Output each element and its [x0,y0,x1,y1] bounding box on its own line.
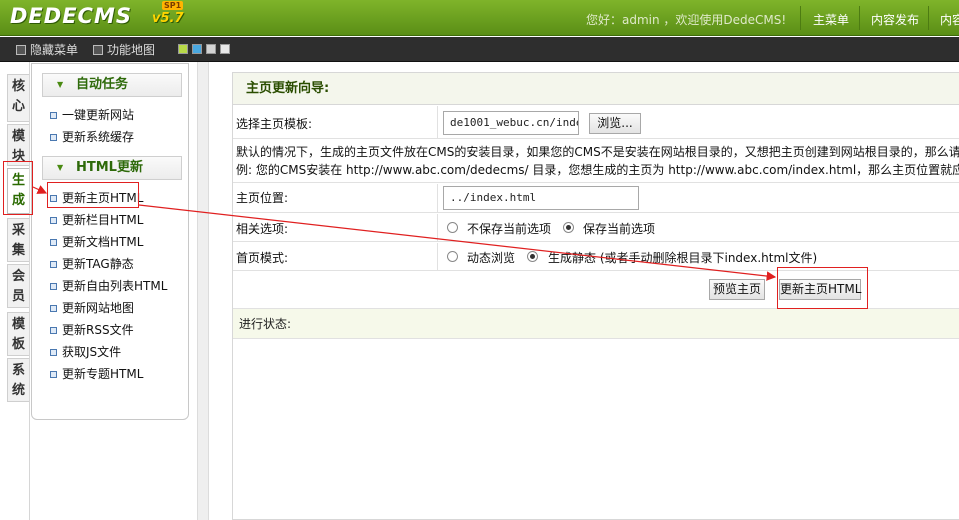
skin-white-swatch[interactable] [220,44,230,54]
position-row: 主页位置: ../index.html [233,184,959,213]
logo-sp-badge: SP1 [162,1,184,10]
highlight-home-html-item [47,182,139,208]
position-label: 主页位置: [236,191,289,205]
save-radio[interactable] [563,222,574,233]
highlight-update-button [777,267,868,309]
column-divider [437,214,438,241]
panel-splitter[interactable] [197,62,209,520]
column-divider [437,243,438,270]
no-save-radio[interactable] [447,222,458,233]
welcome-text: 您好：admin ，欢迎使用DedeCMS! [586,13,787,27]
options-row: 相关选项: 不保存当前选项 保存当前选项 [233,214,959,242]
tab-core-label: 核心 [12,79,26,114]
nav-separator [928,6,929,30]
nav-content-publish[interactable]: 内容发布 [871,11,919,28]
tab-member-label: 会员 [12,269,26,304]
vtab-divider [29,62,30,520]
menu-icon [16,45,26,55]
sidebar-menu: 自动任务 一键更新网站 更新系统缓存 HTML更新 更新主页HTML 更新栏目H… [31,63,189,420]
tab-member[interactable]: 会员 [7,264,29,308]
hide-menu-button[interactable]: 隐藏菜单 [16,41,78,58]
note-line-1: 默认的情况下，生成的主页文件放在CMS的安装目录，如果您的CMS不是安装在网站根… [236,145,959,159]
browse-button[interactable]: 浏览... [589,113,641,134]
menu-item-update-column-html[interactable]: 更新栏目HTML [50,210,143,230]
skin-gray-swatch[interactable] [206,44,216,54]
tab-system-label: 系统 [12,363,26,398]
static-mode-label: 生成静态 (或者手动删除根目录下index.html文件) [548,251,818,265]
menu-item-update-tag[interactable]: 更新TAG静态 [50,254,134,274]
position-input[interactable]: ../index.html [443,186,639,210]
note-row: 默认的情况下，生成的主页文件放在CMS的安装目录，如果您的CMS不是安装在网站根… [233,140,959,183]
menu-item-one-key-update[interactable]: 一键更新网站 [50,105,134,125]
nav-separator [859,6,860,30]
note-line-2: 例: 您的CMS安装在 http://www.abc.com/dedecms/ … [236,163,959,177]
dedecms-logo: DEDECMS [10,4,132,28]
menu-item-update-free-list[interactable]: 更新自由列表HTML [50,276,167,296]
menu-item-update-topic[interactable]: 更新专题HTML [50,364,143,384]
options-label: 相关选项: [236,222,289,236]
column-divider [437,184,438,212]
tab-core[interactable]: 核心 [7,74,29,122]
highlight-generate-tab [3,161,33,215]
top-header: DEDECMS v5.7 SP1 您好：admin ，欢迎使用DedeCMS! … [0,0,959,36]
toolbar: 隐藏菜单 功能地图 [0,37,959,62]
static-mode-radio[interactable] [527,251,538,262]
tab-collect-label: 采集 [12,223,26,258]
template-label: 选择主页模板: [236,117,313,131]
no-save-label: 不保存当前选项 [467,222,552,236]
dynamic-mode-radio[interactable] [447,251,458,262]
logo-version: v5.7 [152,11,184,26]
site-map-label: 功能地图 [107,43,156,57]
nav-separator [800,6,801,30]
tab-template[interactable]: 模板 [7,312,29,356]
skin-blue-swatch[interactable] [192,44,202,54]
grid-icon [93,45,103,55]
menu-group-html-update[interactable]: HTML更新 [42,156,182,180]
dynamic-mode-label: 动态浏览 [467,251,516,265]
tab-system[interactable]: 系统 [7,358,29,402]
nav-main-menu[interactable]: 主菜单 [813,11,849,28]
menu-item-update-cache[interactable]: 更新系统缓存 [50,127,134,147]
menu-item-update-sitemap[interactable]: 更新网站地图 [50,298,134,318]
template-row: 选择主页模板: de1001_webuc.cn/index 浏览... [233,106,959,139]
column-divider [437,106,438,138]
save-label: 保存当前选项 [583,222,656,236]
template-input[interactable]: de1001_webuc.cn/index [443,111,579,135]
page-title: 主页更新向导: [233,73,959,105]
menu-group-auto-tasks[interactable]: 自动任务 [42,73,182,97]
menu-item-update-doc-html[interactable]: 更新文档HTML [50,232,143,252]
site-map-button[interactable]: 功能地图 [93,41,155,58]
menu-item-update-rss[interactable]: 更新RSS文件 [50,320,134,340]
tab-template-label: 模板 [12,317,26,352]
tab-collect[interactable]: 采集 [7,218,29,262]
status-label: 进行状态: [233,309,959,339]
tab-module[interactable]: 模块 [7,124,29,166]
nav-content-more[interactable]: 内容 [940,11,959,28]
menu-item-get-js[interactable]: 获取JS文件 [50,342,121,362]
hide-menu-label: 隐藏菜单 [30,43,79,57]
preview-home-button[interactable]: 预览主页 [709,279,765,300]
skin-green-swatch[interactable] [178,44,188,54]
mode-label: 首页模式: [236,251,289,265]
